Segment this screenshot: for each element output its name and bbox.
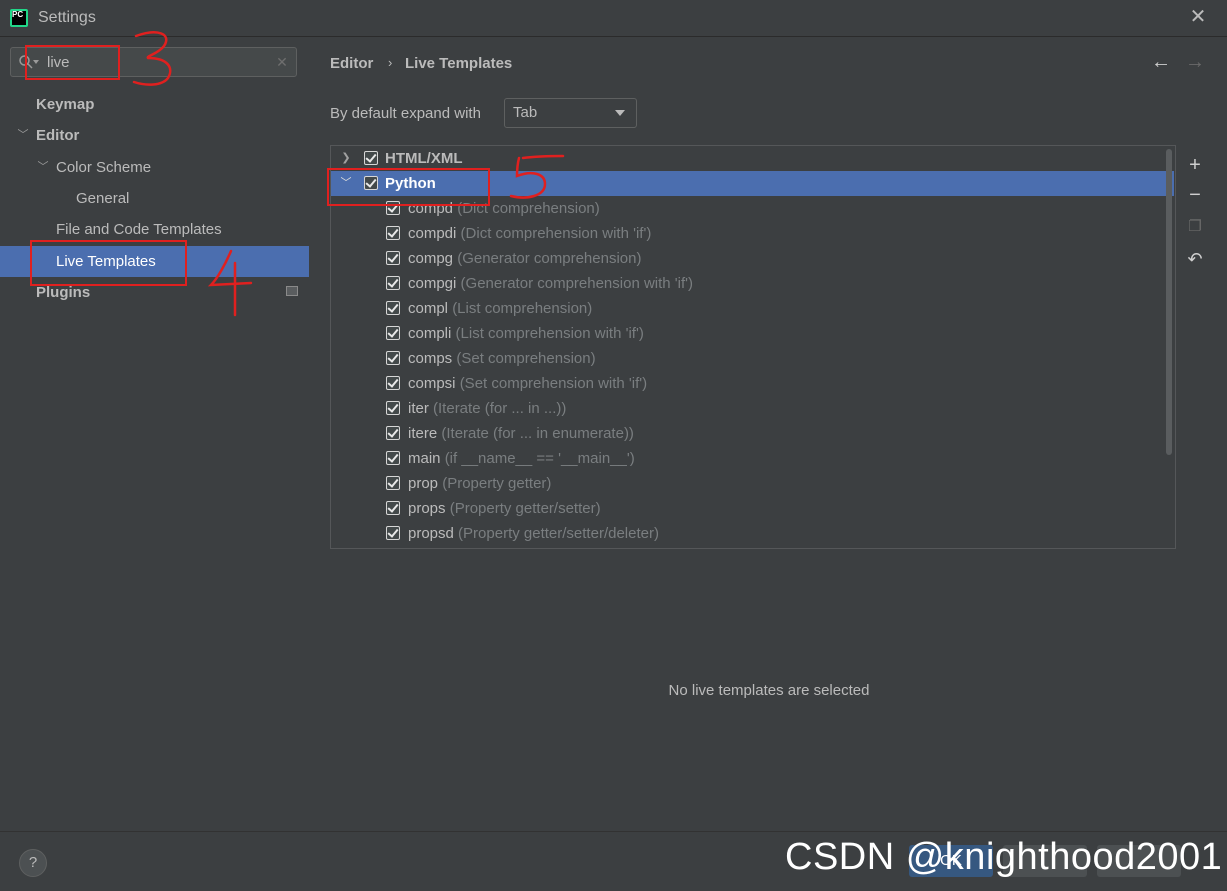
pycharm-icon: PC: [10, 9, 28, 27]
template-description: (List comprehension): [452, 300, 593, 317]
template-checkbox[interactable]: [386, 251, 400, 265]
expand-with-select[interactable]: Tab: [504, 98, 637, 128]
back-arrow-icon[interactable]: ←: [1151, 51, 1171, 74]
settings-content: Editor › Live Templates ← → By default e…: [309, 37, 1227, 831]
template-description: (Dict comprehension with 'if'): [460, 225, 652, 242]
template-row[interactable]: compgi (Generator comprehension with 'if…: [331, 271, 1174, 296]
window-title: Settings: [38, 9, 96, 26]
title-bar: PC Settings ✕: [0, 0, 1227, 37]
help-button[interactable]: ?: [19, 849, 47, 877]
template-checkbox[interactable]: [386, 376, 400, 390]
chevron-down-icon[interactable]: ﹀: [36, 152, 50, 183]
annotation-number-5: 5: [509, 154, 565, 199]
expand-with-value: Tab: [513, 104, 538, 121]
template-row[interactable]: itere (Iterate (for ... in enumerate)): [331, 421, 1174, 446]
template-checkbox[interactable]: [386, 476, 400, 490]
template-abbreviation: props: [408, 500, 446, 517]
template-description: (Generator comprehension): [457, 250, 642, 267]
forward-arrow-icon[interactable]: →: [1185, 51, 1205, 74]
breadcrumb-editor[interactable]: Editor: [330, 55, 373, 72]
template-description: (Set comprehension with 'if'): [459, 375, 648, 392]
template-description: (Iterate (for ... in enumerate)): [441, 425, 634, 442]
chevron-down-icon[interactable]: ﹀: [16, 120, 30, 151]
template-abbreviation: compsi: [408, 375, 456, 392]
sidebar-item-keymap[interactable]: Keymap: [0, 89, 309, 120]
template-description: (Property getter/setter): [449, 500, 601, 517]
sidebar-item-general[interactable]: General: [0, 183, 309, 214]
template-checkbox[interactable]: [386, 401, 400, 415]
template-row[interactable]: compl (List comprehension): [331, 296, 1174, 321]
template-abbreviation: comps: [408, 350, 453, 367]
template-checkbox[interactable]: [386, 526, 400, 540]
sidebar-item-editor[interactable]: ﹀ Editor: [0, 120, 309, 151]
template-checkbox[interactable]: [386, 351, 400, 365]
csdn-watermark: CSDN @knighthood2001: [785, 836, 1223, 878]
template-checkbox[interactable]: [386, 301, 400, 315]
template-abbreviation: propsd: [408, 525, 454, 542]
breadcrumb-separator: ›: [388, 55, 393, 70]
template-description: (Property getter): [442, 475, 552, 492]
scrollbar-thumb[interactable]: [1166, 149, 1172, 455]
template-row[interactable]: comps (Set comprehension): [331, 346, 1174, 371]
template-description: (Iterate (for ... in ...)): [433, 400, 567, 417]
template-checkbox[interactable]: [386, 326, 400, 340]
close-icon[interactable]: ✕: [1186, 5, 1210, 29]
template-row[interactable]: propsd (Property getter/setter/deleter): [331, 521, 1174, 546]
template-abbreviation: compli: [408, 325, 452, 342]
template-checkbox[interactable]: [386, 426, 400, 440]
group-checkbox[interactable]: [364, 151, 378, 165]
empty-selection-message: No live templates are selected: [668, 682, 870, 699]
template-abbreviation: compdi: [408, 225, 457, 242]
template-toolbar: + − ❐ ↶: [1177, 147, 1213, 551]
template-abbreviation: itere: [408, 425, 438, 442]
template-checkbox[interactable]: [386, 226, 400, 240]
template-abbreviation: iter: [408, 400, 429, 417]
plugins-modified-icon: [286, 286, 298, 296]
annotation-number-3: 3: [132, 31, 172, 86]
annotation-box-python: [327, 168, 490, 206]
template-checkbox[interactable]: [386, 501, 400, 515]
template-row[interactable]: compg (Generator comprehension): [331, 246, 1174, 271]
template-checkbox[interactable]: [386, 451, 400, 465]
annotation-box-live-templates: [30, 240, 187, 286]
page-title: Live Templates: [405, 55, 513, 72]
template-description: (if __name__ == '__main__'): [444, 450, 635, 467]
template-description: (Set comprehension): [456, 350, 596, 367]
template-description: (List comprehension with 'if'): [455, 325, 644, 342]
add-icon[interactable]: +: [1183, 153, 1207, 177]
settings-sidebar: ✕ Keymap ﹀ Editor ﹀ Color Scheme General…: [0, 37, 309, 831]
template-abbreviation: prop: [408, 475, 439, 492]
template-row[interactable]: prop (Property getter): [331, 471, 1174, 496]
template-row[interactable]: main (if __name__ == '__main__'): [331, 446, 1174, 471]
clear-search-icon[interactable]: ✕: [273, 52, 291, 72]
template-row[interactable]: compli (List comprehension with 'if'): [331, 321, 1174, 346]
dropdown-caret-icon: [615, 110, 625, 116]
template-description: (Property getter/setter/deleter): [458, 525, 659, 542]
sidebar-item-color-scheme[interactable]: ﹀ Color Scheme: [0, 152, 309, 183]
remove-icon[interactable]: −: [1183, 183, 1207, 207]
template-abbreviation: compg: [408, 250, 454, 267]
template-abbreviation: compgi: [408, 275, 457, 292]
annotation-number-4: 4: [207, 249, 253, 317]
template-abbreviation: compl: [408, 300, 449, 317]
template-checkbox[interactable]: [386, 276, 400, 290]
undo-icon[interactable]: ↶: [1183, 247, 1207, 271]
expand-with-label: By default expand with: [330, 105, 481, 122]
template-row[interactable]: compsi (Set comprehension with 'if'): [331, 371, 1174, 396]
template-description: (Generator comprehension with 'if'): [460, 275, 694, 292]
annotation-box-search: [25, 45, 120, 80]
template-row[interactable]: iter (Iterate (for ... in ...)): [331, 396, 1174, 421]
template-abbreviation: main: [408, 450, 441, 467]
copy-icon[interactable]: ❐: [1183, 215, 1207, 239]
template-row[interactable]: props (Property getter/setter): [331, 496, 1174, 521]
template-row[interactable]: compdi (Dict comprehension with 'if'): [331, 221, 1174, 246]
